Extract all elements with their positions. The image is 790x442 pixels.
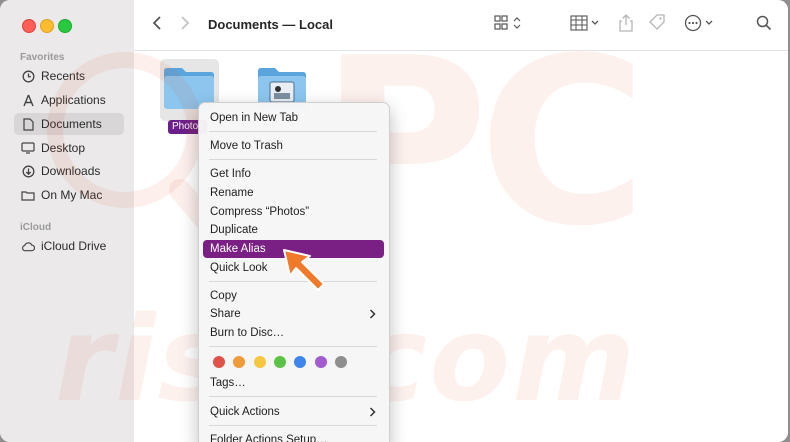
document-icon <box>21 117 35 131</box>
menu-item-share[interactable]: Share <box>203 305 384 323</box>
share-button[interactable] <box>618 13 634 37</box>
chevron-left-icon <box>152 15 162 36</box>
menu-item-quick-actions[interactable]: Quick Actions <box>203 403 384 421</box>
action-button[interactable] <box>684 14 716 36</box>
sidebar-item-desktop[interactable]: Desktop <box>14 137 124 159</box>
tag-blue-button[interactable] <box>294 356 306 368</box>
tag-icon <box>648 13 666 37</box>
window-title: Documents — Local <box>208 17 333 32</box>
menu-item-move-to-trash[interactable]: Move to Trash <box>203 137 384 155</box>
sidebar-item-label: Applications <box>41 93 106 107</box>
search-button[interactable] <box>756 14 772 36</box>
finder-window: Favorites Recents Applications Documents… <box>0 0 788 442</box>
menu-item-duplicate[interactable]: Duplicate <box>203 221 384 239</box>
share-icon <box>618 13 634 37</box>
toolbar: Documents — Local <box>134 0 788 51</box>
menu-item-get-info[interactable]: Get Info <box>203 165 384 183</box>
sidebar-item-label: iCloud Drive <box>41 239 107 253</box>
group-button[interactable] <box>570 14 602 36</box>
menu-separator <box>209 396 377 397</box>
search-icon <box>756 15 772 36</box>
chevron-right-icon <box>180 15 190 36</box>
minimize-window-button[interactable] <box>40 19 54 33</box>
tag-yellow-button[interactable] <box>254 356 266 368</box>
back-button[interactable] <box>148 15 166 35</box>
tags-button[interactable] <box>648 13 666 37</box>
sidebar-item-documents[interactable]: Documents <box>14 113 124 135</box>
arrow-pointer-icon <box>280 246 330 297</box>
tag-green-button[interactable] <box>274 356 286 368</box>
ellipsis-circle-icon <box>684 14 716 37</box>
chevron-right-icon <box>369 403 376 427</box>
menu-separator <box>209 131 377 132</box>
sidebar-item-label: Recents <box>41 69 86 83</box>
sidebar-item-label: Documents <box>41 117 102 131</box>
menu-item-compress[interactable]: Compress “Photos” <box>203 203 384 221</box>
menu-separator <box>209 346 377 347</box>
close-window-button[interactable] <box>22 19 36 33</box>
folder-icon <box>21 188 35 202</box>
sidebar-section-favorites: Favorites <box>20 52 65 63</box>
menu-item-rename[interactable]: Rename <box>203 184 384 202</box>
desktop-icon <box>21 141 35 155</box>
tag-orange-button[interactable] <box>233 356 245 368</box>
menu-item-burn-to-disc[interactable]: Burn to Disc… <box>203 324 384 342</box>
zoom-window-button[interactable] <box>58 19 72 33</box>
sidebar-item-label: Desktop <box>41 141 86 155</box>
clock-icon <box>21 69 35 83</box>
sidebar-item-applications[interactable]: Applications <box>14 89 124 111</box>
applications-icon <box>21 93 35 107</box>
sidebar-item-downloads[interactable]: Downloads <box>14 160 124 182</box>
sidebar-item-recents[interactable]: Recents <box>14 65 124 87</box>
sidebar-section-icloud: iCloud <box>20 222 52 233</box>
cloud-icon <box>21 239 35 253</box>
menu-item-tags[interactable]: Tags… <box>203 374 384 392</box>
forward-button[interactable] <box>176 15 194 35</box>
menu-separator <box>209 159 377 160</box>
sidebar-item-icloud-drive[interactable]: iCloud Drive <box>14 235 124 257</box>
menu-separator <box>209 425 377 426</box>
tag-purple-button[interactable] <box>315 356 327 368</box>
sidebar: Favorites Recents Applications Documents… <box>0 0 135 442</box>
grid-view-icon <box>494 14 522 36</box>
sidebar-item-label: On My Mac <box>41 188 103 202</box>
download-icon <box>21 164 35 178</box>
menu-item-folder-actions-setup[interactable]: Folder Actions Setup… <box>203 431 384 442</box>
sidebar-item-label: Downloads <box>41 164 101 178</box>
tag-gray-button[interactable] <box>335 356 347 368</box>
tag-red-button[interactable] <box>213 356 225 368</box>
group-icon <box>570 14 602 36</box>
sidebar-item-on-my-mac[interactable]: On My Mac <box>14 184 124 206</box>
menu-item-open-in-new-tab[interactable]: Open in New Tab <box>203 109 384 127</box>
view-mode-button[interactable] <box>494 14 522 36</box>
